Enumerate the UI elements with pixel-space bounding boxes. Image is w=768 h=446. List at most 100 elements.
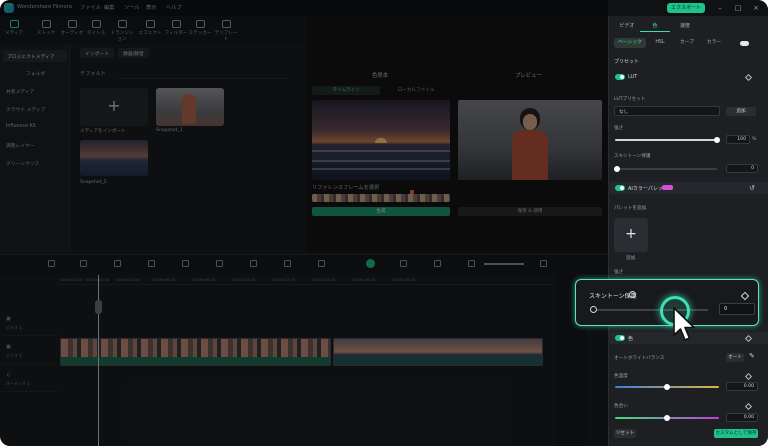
subtab-curve[interactable]: カーブ [674, 38, 700, 48]
crop-icon[interactable] [114, 260, 121, 267]
track-label: ビデオ 1 [6, 353, 22, 358]
subtab-basic[interactable]: ベーシック [614, 38, 646, 48]
music-icon [67, 20, 77, 28]
minimize-icon[interactable]: – [715, 3, 725, 13]
sidebar-item-folder[interactable]: フォルダ [26, 70, 45, 77]
mic-icon[interactable] [434, 260, 441, 267]
zoom-out-icon[interactable] [468, 260, 475, 267]
skin-tone-knob[interactable] [614, 166, 620, 172]
lut-add-button[interactable]: 追加 [726, 107, 756, 116]
tab-timeline[interactable]: タイムライン [312, 86, 380, 95]
ai-tool-icon[interactable] [366, 259, 375, 268]
close-icon[interactable]: × [751, 3, 761, 13]
auto-wb-button[interactable]: オート [726, 353, 744, 362]
color-toggle[interactable] [615, 335, 625, 341]
callout-slider-knob[interactable] [590, 306, 597, 313]
media-thumb-1[interactable] [156, 88, 224, 126]
save-apply-button[interactable]: 保存 & 適用 [458, 207, 602, 216]
zoom-in-icon[interactable] [540, 260, 547, 267]
tool-stock[interactable]: ストック [34, 20, 58, 36]
keyframe-icon[interactable] [318, 260, 325, 267]
text-icon[interactable] [250, 260, 257, 267]
palette-add-card[interactable]: + [614, 218, 648, 252]
zoom-slider[interactable] [484, 263, 524, 265]
tab-local-file[interactable]: ローカルファイル [382, 86, 450, 95]
menu-edit[interactable]: 編集 [104, 4, 114, 11]
video-clip-1[interactable] [60, 338, 331, 366]
reset-button[interactable]: リセット [614, 429, 636, 438]
tool-media[interactable]: メディア [2, 20, 26, 36]
tool-transition[interactable]: トランジション [110, 20, 134, 42]
palette-card-label: 追加 [626, 256, 636, 261]
ruler-tick: 00:00:10:00 [232, 277, 256, 282]
tool-effect[interactable]: エフェクト [138, 20, 162, 36]
menu-file[interactable]: ファイル [80, 4, 101, 11]
generate-button[interactable]: 生成 [312, 207, 450, 216]
media-thumb-2[interactable] [80, 140, 148, 176]
skin-tone-slider[interactable] [615, 168, 717, 170]
strength-slider[interactable] [615, 139, 717, 141]
sidebar-item-influence[interactable]: Influence Kit [6, 124, 36, 129]
sidebar-item-cloud[interactable]: クラウド メディア [6, 106, 46, 113]
tab-video[interactable]: ビデオ [612, 20, 642, 32]
marker-icon[interactable] [400, 260, 407, 267]
skin-tone-value[interactable]: 0 [726, 164, 758, 173]
sidebar-item-adjustment[interactable]: 調整レイヤー [6, 142, 35, 149]
mask-icon[interactable] [284, 260, 291, 267]
temperature-knob[interactable] [664, 384, 670, 390]
media-search-input[interactable] [118, 70, 288, 79]
lut-toggle[interactable] [615, 74, 625, 80]
temperature-value[interactable]: 0.00 [726, 382, 758, 391]
subtab-color[interactable]: カラー [702, 38, 726, 48]
callout-skin-tone-value[interactable]: 0 [719, 303, 755, 315]
subtab-hsl[interactable]: HSL [648, 38, 672, 48]
tab-speed[interactable]: 速度 [670, 20, 700, 32]
tab-color[interactable]: 色 [640, 20, 670, 32]
tool-template[interactable]: テンプレート [214, 20, 238, 42]
tint-knob[interactable] [664, 415, 670, 421]
tint-value[interactable]: 0.00 [726, 413, 758, 422]
import-media-card[interactable]: + [80, 88, 148, 126]
audio-waveform [334, 357, 542, 365]
stabilize-icon[interactable] [216, 260, 223, 267]
speed-icon[interactable] [182, 260, 189, 267]
video-clip-2[interactable] [333, 338, 543, 366]
delete-icon[interactable] [80, 260, 87, 267]
export-button[interactable]: エクスポート [667, 3, 705, 13]
frame-strip[interactable] [312, 194, 450, 202]
help-icon[interactable]: ? [629, 291, 636, 298]
tool-title-label: タイトル [86, 31, 106, 36]
ruler-tick: 00:00:12:00 [272, 277, 296, 282]
tool-sticker[interactable]: ステッカー [188, 20, 212, 36]
playhead-handle[interactable] [95, 300, 102, 314]
menu-view[interactable]: 表示 [146, 4, 156, 11]
sidebar-item-project-media[interactable]: プロジェクトメディア [3, 50, 67, 62]
track-label: オーディオ 1 [6, 381, 30, 386]
strength-value[interactable]: 100 [726, 135, 750, 144]
menu-tools[interactable]: ツール [124, 4, 140, 11]
color-match-title: 色見本 [372, 73, 389, 79]
sidebar-item-green[interactable]: グリーンクリス [6, 160, 39, 167]
tool-audio[interactable]: オーディオ [60, 20, 84, 36]
import-button[interactable]: インポート [80, 48, 114, 58]
tool-filter[interactable]: フィルター [164, 20, 188, 36]
compare-toggle[interactable] [740, 41, 749, 46]
strength-label: 強さ [614, 126, 624, 131]
sort-dropdown[interactable]: デフォルト [80, 70, 106, 77]
undo-icon[interactable] [48, 260, 55, 267]
sidebar-item-shared[interactable]: 共有メディア [6, 88, 34, 95]
ai-palette-toggle[interactable] [615, 185, 625, 191]
preset-label: プリセット [614, 59, 640, 65]
reset-icon[interactable]: ↺ [749, 184, 755, 192]
lut-preset-dropdown[interactable]: なし [614, 106, 720, 116]
record-button[interactable]: 録画/録音 [118, 48, 149, 58]
save-as-custom-button[interactable]: カスタムとして保存 [714, 429, 758, 438]
color-icon[interactable] [148, 260, 155, 267]
frame-marker[interactable] [410, 190, 414, 194]
maximize-icon[interactable]: □ [733, 3, 743, 13]
tool-title[interactable]: タイトル [84, 20, 108, 36]
menu-help[interactable]: ヘルプ [166, 4, 182, 11]
strength-knob[interactable] [714, 137, 720, 143]
ruler-tick: 00:00:04:00 [116, 277, 140, 282]
eyedropper-icon[interactable]: ✎ [749, 352, 755, 360]
